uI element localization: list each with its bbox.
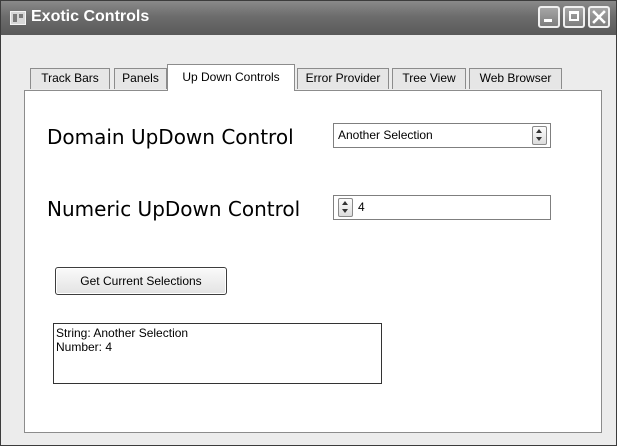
output-string-line: String: Another Selection — [56, 326, 189, 340]
tab-up-down-controls[interactable]: Up Down Controls — [167, 64, 295, 91]
window-title: Exotic Controls — [31, 8, 150, 25]
domain-updown-control[interactable]: Another Selection — [333, 123, 551, 148]
get-current-selections-button[interactable]: Get Current Selections — [55, 267, 227, 295]
close-button[interactable] — [588, 6, 610, 28]
arrow-up-icon — [342, 201, 348, 205]
numeric-spin-up[interactable] — [339, 199, 352, 207]
domain-updown-value[interactable]: Another Selection — [338, 128, 433, 142]
title-bar[interactable]: Exotic Controls — [1, 1, 616, 35]
numeric-updown-value[interactable]: 4 — [358, 200, 365, 214]
tab-error-provider[interactable]: Error Provider — [297, 68, 389, 89]
close-icon — [592, 10, 606, 24]
domain-updown-label: Domain UpDown Control — [47, 125, 294, 149]
numeric-updown-control[interactable]: 4 — [333, 195, 551, 220]
output-number-line: Number: 4 — [56, 340, 113, 354]
domain-spin-buttons[interactable] — [532, 126, 547, 145]
tab-tree-view[interactable]: Tree View — [392, 68, 466, 89]
arrow-up-icon — [536, 129, 542, 133]
tab-panels[interactable]: Panels — [114, 68, 167, 89]
minimize-button[interactable] — [538, 6, 560, 28]
maximize-icon — [569, 11, 579, 21]
form-app-icon[interactable] — [10, 11, 26, 25]
numeric-spin-down[interactable] — [339, 208, 352, 216]
maximize-button[interactable] — [563, 6, 585, 28]
domain-spin-down[interactable] — [533, 136, 546, 144]
numeric-spin-buttons[interactable] — [338, 198, 353, 217]
tab-web-browser[interactable]: Web Browser — [469, 68, 562, 89]
arrow-down-icon — [536, 137, 542, 141]
tab-track-bars[interactable]: Track Bars — [30, 68, 110, 89]
domain-spin-up[interactable] — [533, 127, 546, 135]
selection-output-box: String: Another Selection Number: 4 — [53, 323, 382, 384]
arrow-down-icon — [342, 209, 348, 213]
numeric-updown-label: Numeric UpDown Control — [47, 197, 301, 221]
minimize-icon — [544, 19, 552, 22]
